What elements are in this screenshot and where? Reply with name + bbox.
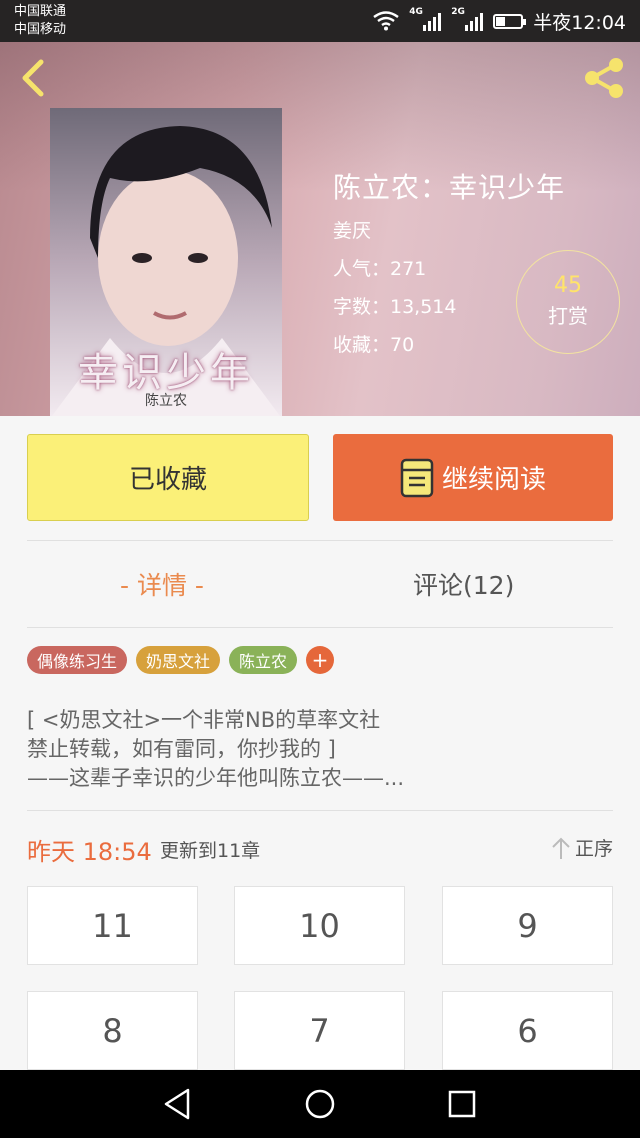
status-icons: 4G 2G 半夜12:04 bbox=[373, 0, 626, 42]
chapter-button[interactable]: 11 bbox=[27, 886, 198, 965]
carrier-info: 中国联通 中国移动 bbox=[14, 3, 66, 39]
book-intro[interactable]: [ <奶思文社>一个非常NB的草率文社 禁止转载，如有雷同，你抄我的 ] ——这… bbox=[27, 706, 617, 793]
chapter-button[interactable]: 6 bbox=[442, 991, 613, 1070]
continue-reading-button[interactable]: 继续阅读 bbox=[333, 434, 613, 521]
reward-count: 45 bbox=[554, 273, 582, 298]
book-popularity: 人气：271 bbox=[333, 258, 427, 280]
collected-button[interactable]: 已收藏 bbox=[27, 434, 309, 521]
battery-icon bbox=[493, 13, 527, 29]
tag-list: 偶像练习生 奶思文社 陈立农 + bbox=[27, 646, 335, 674]
status-bar: 中国联通 中国移动 4G 2G 半夜12:04 bbox=[0, 0, 640, 42]
clock: 半夜12:04 bbox=[533, 11, 626, 34]
sort-toggle[interactable]: 正序 bbox=[551, 834, 613, 861]
divider bbox=[27, 540, 613, 541]
add-tag-button[interactable]: + bbox=[306, 646, 335, 674]
tag-chip[interactable]: 陈立农 bbox=[229, 646, 298, 674]
share-icon[interactable] bbox=[580, 56, 628, 100]
nav-back-icon[interactable] bbox=[160, 1086, 196, 1122]
collected-label: 已收藏 bbox=[128, 465, 207, 495]
book-word-count: 字数：13,514 bbox=[333, 296, 457, 318]
divider bbox=[27, 810, 613, 811]
carrier-1: 中国联通 bbox=[14, 4, 67, 19]
signal-4g-icon: 4G bbox=[409, 7, 442, 31]
tab-comments[interactable]: 评论(12) bbox=[413, 560, 514, 608]
nav-home-icon[interactable] bbox=[302, 1086, 338, 1122]
chapter-button[interactable]: 10 bbox=[234, 886, 405, 965]
tag-chip[interactable]: 奶思文社 bbox=[136, 646, 221, 674]
update-status: 更新到11章 bbox=[160, 840, 261, 862]
chapter-button[interactable]: 9 bbox=[442, 886, 613, 965]
reward-label: 打赏 bbox=[548, 304, 588, 328]
wifi-icon bbox=[373, 11, 399, 31]
intro-line: ——这辈子幸识的少年他叫陈立农——... bbox=[27, 766, 405, 790]
update-time: 昨天 18:54 bbox=[27, 838, 152, 866]
system-nav-bar bbox=[0, 1070, 640, 1138]
book-cover[interactable]: 幸识少年 陈立农 bbox=[50, 108, 282, 416]
continue-reading-label: 继续阅读 bbox=[441, 465, 546, 495]
book-favorites: 收藏：70 bbox=[333, 334, 415, 356]
chapter-button[interactable]: 8 bbox=[27, 991, 198, 1070]
signal-2g-icon: 2G bbox=[451, 7, 484, 31]
tab-details[interactable]: - 详情 - bbox=[120, 560, 204, 608]
cover-title: 幸识少年 陈立农 bbox=[78, 350, 254, 409]
chapter-button[interactable]: 7 bbox=[234, 991, 405, 1070]
intro-line: 禁止转载，如有雷同，你抄我的 ] bbox=[27, 737, 336, 761]
nav-recents-icon[interactable] bbox=[444, 1086, 480, 1122]
carrier-2: 中国移动 bbox=[14, 22, 67, 37]
book-header: 幸识少年 陈立农 陈立农：幸识少年 姜厌 人气：271 字数：13,514 收藏… bbox=[0, 42, 640, 416]
sort-label: 正序 bbox=[574, 838, 613, 860]
reward-button[interactable]: 45 打赏 bbox=[516, 250, 620, 354]
book-author[interactable]: 姜厌 bbox=[333, 216, 371, 243]
sort-arrow-up-icon bbox=[552, 837, 570, 859]
intro-line: [ <奶思文社>一个非常NB的草率文社 bbox=[27, 708, 381, 732]
book-icon bbox=[400, 458, 434, 497]
back-arrow-icon[interactable] bbox=[12, 56, 56, 100]
divider bbox=[27, 627, 613, 628]
tag-chip[interactable]: 偶像练习生 bbox=[27, 646, 128, 674]
book-title: 陈立农：幸识少年 bbox=[333, 171, 566, 204]
